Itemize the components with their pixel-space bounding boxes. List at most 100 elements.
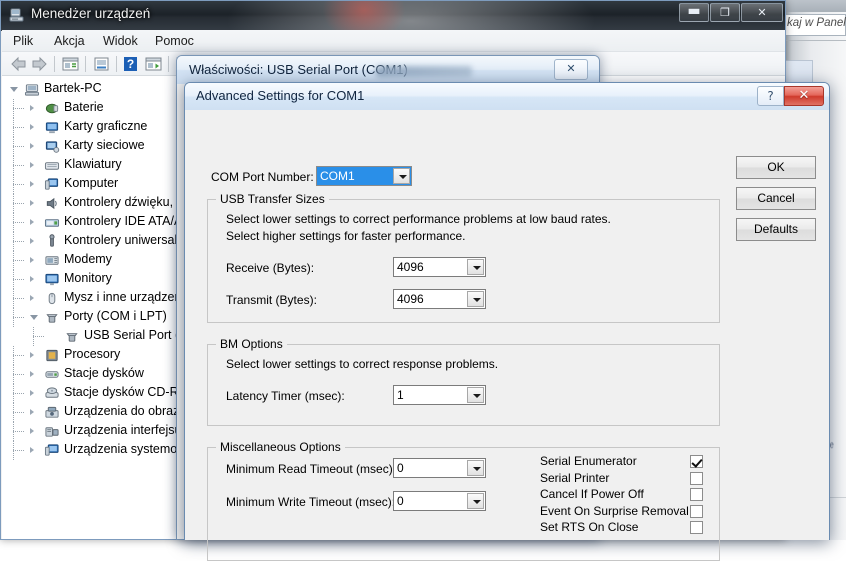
expander-collapsed-icon[interactable] bbox=[30, 219, 34, 225]
close-button[interactable]: ✕ bbox=[741, 3, 783, 22]
back-arrow-icon[interactable] bbox=[10, 56, 27, 72]
usb-transfer-hint-1: Select lower settings to correct perform… bbox=[226, 212, 611, 226]
chevron-down-icon[interactable] bbox=[467, 291, 484, 307]
usb-transfer-sizes-title: USB Transfer Sizes bbox=[216, 192, 329, 206]
expander-collapsed-icon[interactable] bbox=[30, 162, 34, 168]
latency-timer-label: Latency Timer (msec): bbox=[226, 389, 345, 403]
miscellaneous-options-title: Miscellaneous Options bbox=[216, 440, 345, 454]
tree-connector-dash bbox=[13, 260, 24, 262]
chevron-down-icon[interactable] bbox=[393, 168, 410, 184]
expander-collapsed-icon[interactable] bbox=[30, 143, 34, 149]
expander-collapsed-icon[interactable] bbox=[30, 105, 34, 111]
tree-connector bbox=[33, 327, 35, 346]
expander-collapsed-icon[interactable] bbox=[30, 371, 34, 377]
update-driver-icon[interactable] bbox=[93, 56, 110, 72]
tree-connector-dash bbox=[13, 203, 24, 205]
tree-item-label: Monitory bbox=[64, 271, 112, 285]
close-icon: ✕ bbox=[757, 6, 767, 19]
expander-open-icon[interactable] bbox=[10, 87, 18, 95]
expander-collapsed-icon[interactable] bbox=[30, 447, 34, 453]
menu-widok[interactable]: Widok bbox=[98, 33, 143, 49]
forward-arrow-icon[interactable] bbox=[31, 56, 48, 72]
tree-item-label: Stacje dysków CD-RO bbox=[64, 385, 189, 399]
menu-bar: Plik Akcja Widok Pomoc bbox=[2, 30, 785, 52]
expander-collapsed-icon[interactable] bbox=[30, 200, 34, 206]
receive-bytes-label: Receive (Bytes): bbox=[226, 261, 315, 275]
advanced-dialog-close-button[interactable]: ✕ bbox=[784, 86, 824, 106]
receive-bytes-combo[interactable]: 4096 bbox=[393, 257, 486, 277]
display-adapter-icon bbox=[45, 122, 59, 134]
battery-icon bbox=[45, 103, 59, 114]
expander-collapsed-icon[interactable] bbox=[30, 352, 34, 358]
tree-connector-dash bbox=[13, 317, 24, 319]
tree-item-label: Stacje dysków bbox=[64, 366, 144, 380]
misc-checkbox-label: Serial Enumerator bbox=[540, 454, 637, 468]
menu-akcja[interactable]: Akcja bbox=[49, 33, 90, 49]
chevron-down-icon[interactable] bbox=[467, 460, 484, 476]
tree-item-label: Baterie bbox=[64, 100, 104, 114]
min-write-timeout-combo[interactable]: 0 bbox=[393, 491, 486, 511]
misc-checkbox[interactable] bbox=[690, 521, 703, 534]
expander-collapsed-icon[interactable] bbox=[30, 181, 34, 187]
close-icon: ✕ bbox=[798, 88, 810, 103]
system-device-icon bbox=[44, 444, 59, 456]
properties-icon[interactable] bbox=[62, 56, 79, 72]
defaults-button[interactable]: Defaults bbox=[736, 218, 816, 241]
device-manager-icon bbox=[9, 8, 24, 22]
tree-item-label: Urządzenia do obrazo bbox=[64, 404, 187, 418]
expander-collapsed-icon[interactable] bbox=[30, 295, 34, 301]
scan-hardware-icon[interactable] bbox=[145, 56, 162, 72]
ok-button[interactable]: OK bbox=[736, 156, 816, 179]
misc-checkbox[interactable] bbox=[690, 504, 703, 518]
misc-checkbox[interactable] bbox=[690, 471, 703, 485]
expander-collapsed-icon[interactable] bbox=[30, 409, 34, 415]
tree-item-label: Kontrolery IDE ATA/A bbox=[64, 214, 183, 228]
transmit-bytes-value: 4096 bbox=[397, 292, 424, 306]
expander-open-icon[interactable] bbox=[30, 315, 38, 323]
com-port-number-value: COM1 bbox=[320, 169, 355, 183]
imaging-device-icon bbox=[45, 406, 59, 418]
properties-dialog-titlebar[interactable]: Właściwości: USB Serial Port (COM1) ✕ bbox=[177, 56, 599, 84]
usb-transfer-hint-2: Select higher settings for faster perfor… bbox=[226, 229, 466, 243]
control-panel-titlebar bbox=[783, 0, 846, 12]
minimize-button[interactable]: ▬ bbox=[679, 3, 709, 22]
chevron-down-icon[interactable] bbox=[467, 493, 484, 509]
expander-collapsed-icon[interactable] bbox=[30, 428, 34, 434]
bm-options-title: BM Options bbox=[216, 337, 287, 351]
processor-icon bbox=[46, 349, 58, 362]
tree-connector-dash bbox=[13, 374, 24, 376]
misc-checkbox[interactable] bbox=[690, 488, 703, 501]
expander-collapsed-icon[interactable] bbox=[30, 257, 34, 263]
cancel-button[interactable]: Cancel bbox=[736, 187, 816, 210]
latency-timer-combo[interactable]: 1 bbox=[393, 385, 486, 405]
disk-drive-icon bbox=[45, 371, 59, 378]
tree-connector-dash bbox=[13, 222, 24, 224]
cdrom-icon bbox=[45, 387, 59, 398]
maximize-button[interactable]: ❐ bbox=[710, 3, 740, 22]
receive-bytes-value: 4096 bbox=[397, 260, 424, 274]
help-button[interactable]: ? bbox=[757, 86, 784, 106]
device-manager-titlebar[interactable]: Menedżer urządzeń ▬ ❐ ✕ bbox=[1, 1, 785, 31]
transmit-bytes-combo[interactable]: 4096 bbox=[393, 289, 486, 309]
bm-options-hint: Select lower settings to correct respons… bbox=[226, 357, 499, 371]
chevron-down-icon[interactable] bbox=[467, 387, 484, 403]
expander-collapsed-icon[interactable] bbox=[30, 124, 34, 130]
min-read-timeout-combo[interactable]: 0 bbox=[393, 458, 486, 478]
menu-plik[interactable]: Plik bbox=[8, 33, 38, 49]
help-icon[interactable]: ? bbox=[122, 56, 139, 72]
menu-pomoc[interactable]: Pomoc bbox=[150, 33, 199, 49]
expander-collapsed-icon[interactable] bbox=[30, 390, 34, 396]
expander-collapsed-icon[interactable] bbox=[30, 238, 34, 244]
chevron-down-icon[interactable] bbox=[467, 259, 484, 275]
advanced-dialog-titlebar[interactable]: Advanced Settings for COM1 ? ✕ bbox=[185, 83, 829, 110]
advanced-dialog-body: COM Port Number: COM1 USB Transfer Sizes… bbox=[185, 110, 829, 561]
com-port-number-combo[interactable]: COM1 bbox=[316, 166, 412, 186]
misc-checkbox[interactable] bbox=[690, 455, 703, 468]
misc-checkbox-label: Event On Surprise Removal bbox=[540, 503, 689, 518]
expander-collapsed-icon[interactable] bbox=[30, 276, 34, 282]
toolbar-separator-1 bbox=[54, 56, 55, 72]
misc-checkbox-label: Serial Printer bbox=[540, 470, 610, 485]
properties-dialog-close-button[interactable]: ✕ bbox=[554, 59, 588, 80]
network-adapter-icon bbox=[45, 141, 60, 153]
svg-text:?: ? bbox=[127, 57, 134, 71]
